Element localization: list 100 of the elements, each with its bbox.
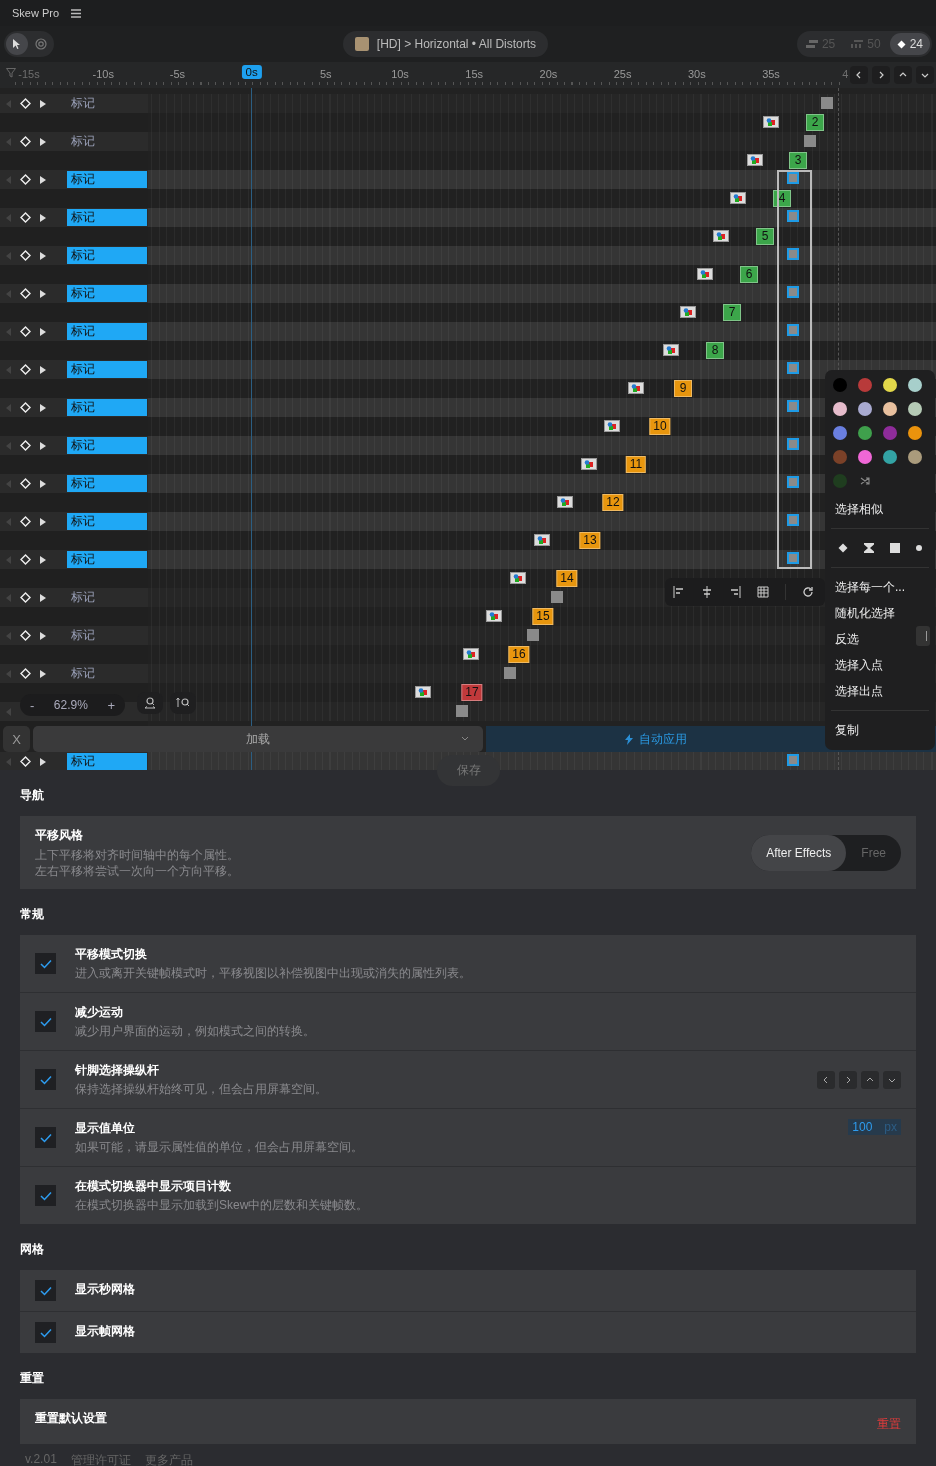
close-button[interactable]: X: [3, 726, 30, 752]
zoom-out-button[interactable]: -: [30, 697, 35, 713]
refresh-icon[interactable]: [802, 586, 814, 598]
hourglass-icon[interactable]: [864, 543, 874, 553]
zoom-in-button[interactable]: +: [107, 697, 115, 713]
next-keyframe-icon[interactable]: [40, 594, 46, 602]
down-button[interactable]: [916, 66, 934, 84]
color-option[interactable]: [883, 426, 897, 440]
clip-badge[interactable]: 10: [649, 418, 671, 435]
breadcrumb-button[interactable]: [HD] > Horizontal • All Distorts: [342, 31, 549, 57]
clip-badge[interactable]: 13: [579, 532, 601, 549]
next-keyframe-icon[interactable]: [40, 480, 46, 488]
next-keyframe-icon[interactable]: [40, 670, 46, 678]
next-keyframe-icon[interactable]: [40, 138, 46, 146]
previous-button[interactable]: [850, 66, 868, 84]
clip-badge[interactable]: 6: [740, 266, 758, 283]
menu-item[interactable]: 反选: [825, 626, 935, 652]
layer-label[interactable]: 标记: [67, 753, 147, 770]
next-button[interactable]: [872, 66, 890, 84]
clip-badge[interactable]: 2: [806, 114, 824, 131]
align-right-icon[interactable]: [729, 586, 741, 598]
align-left-icon[interactable]: [673, 586, 685, 598]
color-option[interactable]: [858, 450, 872, 464]
clip-badge[interactable]: 8: [706, 342, 724, 359]
color-option[interactable]: [883, 402, 897, 416]
keyframe-icon[interactable]: [20, 364, 31, 375]
diamond-icon[interactable]: [838, 543, 848, 553]
keyframe-icon[interactable]: [20, 440, 31, 451]
next-keyframe-icon[interactable]: [40, 328, 46, 336]
next-keyframe-icon[interactable]: [40, 214, 46, 222]
dot-icon[interactable]: [916, 545, 922, 551]
segment-option[interactable]: After Effects: [751, 834, 847, 871]
menu-item[interactable]: 选择每一个...: [825, 574, 935, 600]
load-dropdown[interactable]: 加载: [33, 726, 483, 752]
color-option[interactable]: [833, 402, 847, 416]
filter-icon[interactable]: [6, 68, 16, 78]
keyframes-count-button[interactable]: 24: [889, 33, 930, 55]
shuffle-icon[interactable]: [860, 476, 870, 486]
layer-label[interactable]: 标记: [67, 285, 147, 302]
checkbox[interactable]: [35, 953, 56, 974]
zoom-vertical-button[interactable]: [170, 692, 196, 714]
color-option[interactable]: [883, 450, 897, 464]
layer-label[interactable]: 标记: [67, 475, 147, 492]
layer-label[interactable]: 标记: [67, 247, 147, 264]
keyframe-icon[interactable]: [20, 212, 31, 223]
zoom-horizontal-button[interactable]: [137, 692, 163, 714]
clip-badge[interactable]: 7: [723, 304, 741, 321]
keyframe-icon[interactable]: [20, 668, 31, 679]
keyframe-icon[interactable]: [20, 136, 31, 147]
clip-badge[interactable]: 16: [508, 646, 530, 663]
scroll-handle[interactable]: [916, 626, 930, 646]
layer-label[interactable]: 标记: [67, 323, 147, 340]
next-keyframe-icon[interactable]: [40, 252, 46, 260]
color-option[interactable]: [833, 426, 847, 440]
checkbox[interactable]: [35, 1185, 56, 1206]
color-option[interactable]: [833, 450, 847, 464]
layer-label[interactable]: 标记: [67, 399, 147, 416]
next-keyframe-icon[interactable]: [40, 404, 46, 412]
layer-label[interactable]: 标记: [67, 513, 147, 530]
pointer-tool-button[interactable]: [6, 33, 28, 55]
grid-icon[interactable]: [757, 586, 769, 598]
menu-item[interactable]: 随机化选择: [825, 600, 935, 626]
keyframe-icon[interactable]: [20, 554, 31, 565]
color-option[interactable]: [833, 474, 847, 488]
keyframe-icon[interactable]: [20, 516, 31, 527]
clip-badge[interactable]: 12: [602, 494, 624, 511]
color-option[interactable]: [858, 402, 872, 416]
color-option[interactable]: [858, 378, 872, 392]
playhead-time-marker[interactable]: 0s: [241, 65, 262, 79]
checkbox[interactable]: [35, 1127, 56, 1148]
layer-label[interactable]: 标记: [67, 437, 147, 454]
next-keyframe-icon[interactable]: [40, 518, 46, 526]
layer-label[interactable]: 标记: [67, 171, 147, 188]
color-option[interactable]: [858, 426, 872, 440]
next-keyframe-icon[interactable]: [40, 556, 46, 564]
menu-icon[interactable]: [71, 8, 82, 18]
next-keyframe-icon[interactable]: [40, 176, 46, 184]
clip-badge[interactable]: 17: [461, 684, 483, 701]
clip-badge[interactable]: 9: [674, 380, 692, 397]
next-keyframe-icon[interactable]: [40, 366, 46, 374]
keyframe-icon[interactable]: [20, 478, 31, 489]
color-option[interactable]: [833, 378, 847, 392]
keyframe-icon[interactable]: [20, 630, 31, 641]
layer-label[interactable]: 标记: [67, 551, 147, 568]
color-option[interactable]: [908, 378, 922, 392]
color-option[interactable]: [908, 402, 922, 416]
menu-item[interactable]: 选择相似: [825, 496, 935, 522]
checkbox[interactable]: [35, 1280, 56, 1301]
clip-badge[interactable]: 3: [789, 152, 807, 169]
layer-label[interactable]: 标记: [67, 361, 147, 378]
align-center-icon[interactable]: [701, 586, 713, 598]
keyframe-icon[interactable]: [20, 288, 31, 299]
layer-label[interactable]: 标记: [67, 209, 147, 226]
color-option[interactable]: [883, 378, 897, 392]
clip-badge[interactable]: 15: [532, 608, 554, 625]
color-option[interactable]: [908, 426, 922, 440]
keyframe-icon[interactable]: [20, 326, 31, 337]
keyframe-icon[interactable]: [20, 402, 31, 413]
next-keyframe-icon[interactable]: [40, 100, 46, 108]
checkbox[interactable]: [35, 1322, 56, 1343]
